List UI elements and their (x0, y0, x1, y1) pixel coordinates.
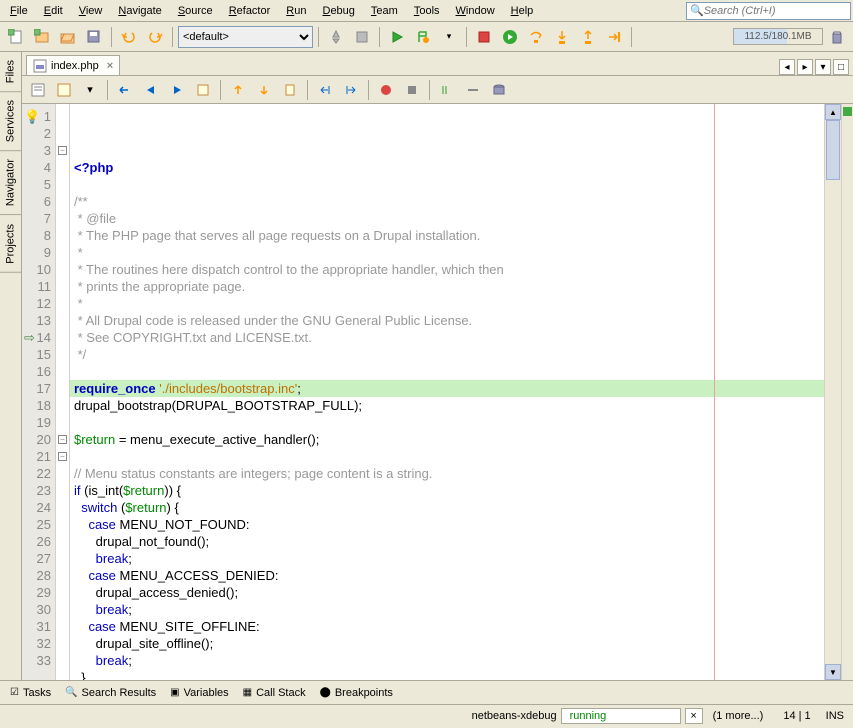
gc-button[interactable] (825, 25, 849, 49)
show-tabs-list-button[interactable]: ▾ (815, 59, 831, 75)
fold-gutter[interactable]: −−− (56, 104, 70, 680)
vertical-scrollbar[interactable]: ▲ ▼ (824, 104, 841, 680)
menu-debug[interactable]: Debug (314, 3, 362, 19)
back-button[interactable] (139, 78, 163, 102)
scroll-down-button[interactable]: ▼ (825, 664, 841, 680)
no-errors-icon (843, 107, 852, 116)
editor-toolbar: ▾ (22, 76, 853, 104)
bottom-tab-variables[interactable]: ▣Variables (164, 685, 235, 701)
run-to-cursor-button[interactable] (602, 25, 626, 49)
debugger-name: netbeans-xdebug (472, 710, 557, 722)
save-all-button[interactable] (82, 25, 106, 49)
menu-help[interactable]: Help (503, 3, 542, 19)
source-view-button[interactable] (26, 78, 50, 102)
menu-team[interactable]: Team (363, 3, 406, 19)
step-into-button[interactable] (550, 25, 574, 49)
tab-icon: ⬤ (320, 687, 331, 698)
menu-bar: FileEditViewNavigateSourceRefactorRunDeb… (0, 0, 853, 22)
output-tabs: ☑Tasks🔍Search Results▣Variables▦Call Sta… (0, 680, 853, 704)
menu-source[interactable]: Source (170, 3, 221, 19)
prev-bookmark-button[interactable] (226, 78, 250, 102)
run-button[interactable] (385, 25, 409, 49)
search-icon: 🔍 (690, 4, 704, 17)
sidebar-tab-services[interactable]: Services (0, 92, 21, 151)
diff-button[interactable]: ▾ (78, 78, 102, 102)
left-sidebar: FilesServicesNavigatorProjects (0, 52, 22, 680)
menu-refactor[interactable]: Refactor (221, 3, 279, 19)
go-to-type-button[interactable] (487, 78, 511, 102)
history-button[interactable] (52, 78, 76, 102)
stop-button[interactable] (472, 25, 496, 49)
bottom-tab-breakpoints[interactable]: ⬤Breakpoints (314, 685, 399, 701)
debug-button[interactable] (411, 25, 435, 49)
scroll-up-button[interactable]: ▲ (825, 104, 841, 120)
bottom-tab-search-results[interactable]: 🔍Search Results (59, 685, 162, 701)
scroll-tabs-right-button[interactable]: ▸ (797, 59, 813, 75)
close-tab-button[interactable]: × (107, 60, 113, 72)
menu-view[interactable]: View (71, 3, 111, 19)
shift-right-button[interactable] (339, 78, 363, 102)
new-project-button[interactable] (30, 25, 54, 49)
line-gutter[interactable]: 💡12345678910111213⇨141516171819202122232… (22, 104, 56, 680)
menu-run[interactable]: Run (278, 3, 314, 19)
clean-build-button[interactable] (350, 25, 374, 49)
tab-icon: 🔍 (65, 687, 77, 698)
step-out-button[interactable] (576, 25, 600, 49)
debugger-state: running (561, 708, 681, 724)
menu-tools[interactable]: Tools (406, 3, 448, 19)
menu-window[interactable]: Window (448, 3, 503, 19)
menu-file[interactable]: File (2, 3, 36, 19)
memory-indicator[interactable]: 112.5/180.1MB (733, 28, 823, 45)
editor-tab-bar: index.php × ◂ ▸ ▾ □ (22, 52, 853, 76)
maximize-editor-button[interactable]: □ (833, 59, 849, 75)
menu-navigate[interactable]: Navigate (110, 3, 169, 19)
tab-icon: ▦ (243, 687, 252, 698)
continue-button[interactable] (498, 25, 522, 49)
uncomment-button[interactable] (461, 78, 485, 102)
global-search[interactable]: 🔍 (686, 2, 851, 20)
code-editor[interactable]: 💡12345678910111213⇨141516171819202122232… (22, 104, 853, 680)
file-tab-label: index.php (51, 60, 99, 72)
undo-button[interactable] (117, 25, 141, 49)
more-notifications[interactable]: (1 more...) (713, 710, 764, 722)
forward-button[interactable] (165, 78, 189, 102)
sidebar-tab-files[interactable]: Files (0, 52, 21, 92)
code-area[interactable]: <?php /** * @file * The PHP page that se… (70, 104, 824, 680)
shift-left-button[interactable] (313, 78, 337, 102)
new-file-button[interactable] (4, 25, 28, 49)
tab-icon: ▣ (170, 687, 179, 698)
bottom-tab-call-stack[interactable]: ▦Call Stack (237, 685, 312, 701)
macro-record-button[interactable] (374, 78, 398, 102)
redo-button[interactable] (143, 25, 167, 49)
profile-button[interactable]: ▾ (437, 25, 461, 49)
main-toolbar: <default> ▾ 112.5/180.1MB (0, 22, 853, 52)
run-config-select[interactable]: <default> (178, 26, 313, 48)
tab-icon: ☑ (10, 687, 19, 698)
find-selection-button[interactable] (191, 78, 215, 102)
macro-stop-button[interactable] (400, 78, 424, 102)
comment-button[interactable] (435, 78, 459, 102)
search-input[interactable] (704, 5, 847, 17)
cursor-position: 14 | 1 (783, 710, 810, 722)
menu-edit[interactable]: Edit (36, 3, 71, 19)
step-over-button[interactable] (524, 25, 548, 49)
sidebar-tab-navigator[interactable]: Navigator (0, 151, 21, 215)
build-button[interactable] (324, 25, 348, 49)
last-edit-button[interactable] (113, 78, 137, 102)
bottom-tab-tasks[interactable]: ☑Tasks (4, 685, 57, 701)
scroll-tabs-left-button[interactable]: ◂ (779, 59, 795, 75)
status-bar: netbeans-xdebug running × (1 more...) 14… (0, 704, 853, 726)
php-icon (33, 59, 47, 73)
print-margin (714, 104, 715, 680)
next-bookmark-button[interactable] (252, 78, 276, 102)
open-button[interactable] (56, 25, 80, 49)
error-stripe[interactable] (841, 104, 853, 680)
toggle-bookmark-button[interactable] (278, 78, 302, 102)
sidebar-tab-projects[interactable]: Projects (0, 216, 21, 273)
insert-mode: INS (826, 710, 844, 722)
file-tab[interactable]: index.php × (26, 55, 120, 75)
close-session-button[interactable]: × (685, 708, 703, 724)
scroll-thumb[interactable] (826, 120, 840, 180)
